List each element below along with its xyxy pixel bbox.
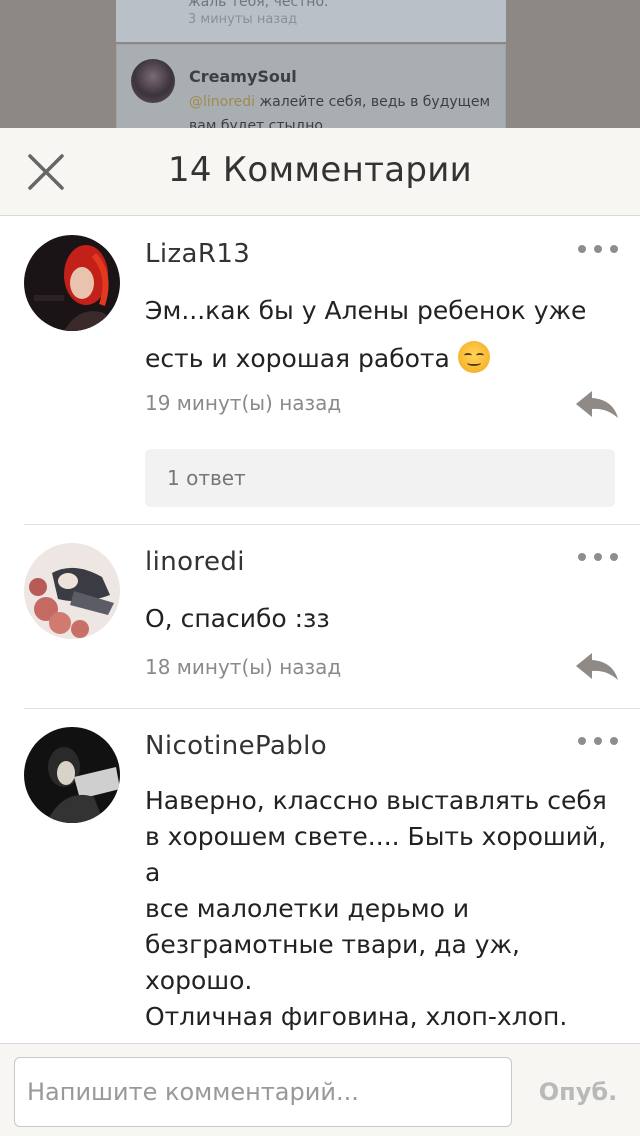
dot-icon xyxy=(578,737,586,745)
comment-input[interactable] xyxy=(14,1057,512,1127)
reply-arrow-icon xyxy=(576,653,618,680)
background-comment-time: 3 минуты назад xyxy=(188,12,298,27)
dot-icon xyxy=(610,245,618,253)
avatar[interactable] xyxy=(24,235,120,331)
sheet-title: 14 Комментарии xyxy=(167,150,473,190)
comment-author[interactable]: linoredi xyxy=(145,547,245,577)
comment-text-content: Эм...как бы у Алены ребенок уже есть и х… xyxy=(145,296,587,373)
comment-item: NicotinePablo Наверно, классно выставлят… xyxy=(0,709,640,1043)
sheet-header: 14 Комментарии xyxy=(0,128,640,216)
comment-text: О, спасибо :зз xyxy=(145,604,330,633)
reply-button[interactable] xyxy=(574,649,620,683)
background-reply-card: CreamySoul @linoredi жалейте себя, ведь … xyxy=(116,44,506,130)
comment-text-line: Апплодисменты стоя xyxy=(145,1035,625,1043)
background-author: CreamySoul xyxy=(189,67,297,86)
comment-text-line: Отличная фиговина, хлоп-хлоп. xyxy=(145,1002,568,1031)
dot-icon xyxy=(578,553,586,561)
background-message: @linoredi жалейте себя, ведь в будущем xyxy=(189,94,490,110)
comment-text: Наверно, классно выставлять себя в хорош… xyxy=(145,783,625,1043)
more-options-button[interactable] xyxy=(578,551,618,563)
dot-icon xyxy=(594,737,602,745)
dot-icon xyxy=(594,245,602,253)
comment-author[interactable]: LizaR13 xyxy=(145,239,250,269)
comment-composer: Опуб. xyxy=(0,1043,640,1136)
background-comment-text: жаль тебя, честно. xyxy=(188,0,329,10)
comment-item: linoredi О, спасибо :зз 18 минут(ы) наза… xyxy=(0,525,640,709)
comments-sheet: 14 Комментарии LizaR13 Эм...как бы у Але… xyxy=(0,128,640,1136)
publish-button[interactable]: Опуб. xyxy=(530,1072,626,1112)
more-options-button[interactable] xyxy=(578,735,618,747)
dot-icon xyxy=(610,737,618,745)
comment-timestamp: 19 минут(ы) назад xyxy=(145,391,342,415)
dot-icon xyxy=(610,553,618,561)
view-replies-button[interactable]: 1 ответ xyxy=(145,449,615,507)
comment-list[interactable]: LizaR13 Эм...как бы у Алены ребенок уже … xyxy=(0,217,640,1043)
background-mention: @linoredi xyxy=(189,94,256,110)
reply-button[interactable] xyxy=(574,387,620,421)
relieved-face-emoji-icon xyxy=(457,341,490,373)
comment-timestamp: 18 минут(ы) назад xyxy=(145,655,342,679)
comment-author[interactable]: NicotinePablo xyxy=(145,731,327,761)
more-options-button[interactable] xyxy=(578,243,618,255)
dot-icon xyxy=(594,553,602,561)
background-message-text: жалейте себя, ведь в будущем xyxy=(255,94,491,110)
avatar[interactable] xyxy=(24,727,120,823)
comment-text-line: в хорошем свете.... Быть хороший, а xyxy=(145,822,607,887)
comment-text-line: безграмотные твари, да уж, xyxy=(145,930,520,959)
background-avatar xyxy=(131,59,175,103)
background-feed: жаль тебя, честно. 3 минуты назад Creamy… xyxy=(0,0,640,130)
background-comment-card: жаль тебя, честно. 3 минуты назад xyxy=(116,0,506,42)
avatar[interactable] xyxy=(24,543,120,639)
comment-text-line: хорошо. xyxy=(145,966,253,995)
dot-icon xyxy=(578,245,586,253)
comment-text-line: Наверно, классно выставлять себя xyxy=(145,786,607,815)
comment-item: LizaR13 Эм...как бы у Алены ребенок уже … xyxy=(0,217,640,525)
comment-text-line: все малолетки дерьмо и xyxy=(145,894,470,923)
comment-text: Эм...как бы у Алены ребенок уже есть и х… xyxy=(145,287,625,383)
reply-arrow-icon xyxy=(576,391,618,418)
